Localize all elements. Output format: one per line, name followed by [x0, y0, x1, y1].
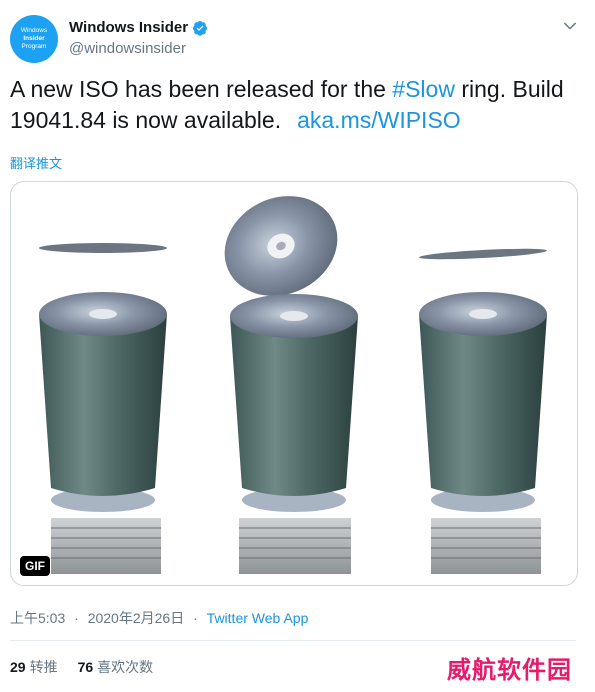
divider [10, 640, 576, 641]
cd-stack-right [419, 248, 547, 574]
handle[interactable]: @windowsinsider [69, 40, 186, 57]
source-link[interactable]: Twitter Web App [207, 610, 309, 626]
meta-separator: · [193, 610, 198, 626]
cd-stacks-illustration [39, 196, 547, 574]
cd-stack-left [39, 243, 167, 574]
url-link[interactable]: aka.ms/WIPISO [297, 107, 461, 133]
hashtag-link[interactable]: #Slow [392, 76, 455, 102]
media-gif[interactable]: GIF [10, 181, 578, 586]
tweet-text-part: A new ISO has been released for the [10, 76, 393, 102]
cd-stack-middle [224, 196, 358, 574]
gif-badge: GIF [20, 556, 50, 576]
name-row[interactable]: Windows Insider [69, 19, 208, 36]
tweet-date[interactable]: 2020年2月26日 [88, 610, 185, 626]
likes-count: 76 [77, 659, 94, 675]
tweet-text: A new ISO has been released for the #Slo… [10, 74, 580, 136]
retweets-stat[interactable]: 29 转推 [10, 657, 58, 677]
tweet-meta: 上午5:03 · 2020年2月26日 · Twitter Web App [10, 608, 308, 628]
tweet-stats: 29 转推 76 喜欢次数 [10, 657, 173, 677]
display-name[interactable]: Windows Insider [69, 19, 188, 36]
likes-stat[interactable]: 76 喜欢次数 [78, 657, 154, 677]
likes-label: 喜欢次数 [97, 659, 154, 675]
avatar-line: Insider [23, 35, 45, 42]
chevron-down-icon[interactable] [561, 17, 579, 35]
tweet: Windows Insider Program Windows Insider … [0, 0, 595, 692]
watermark: 威航软件园 [447, 655, 572, 684]
avatar-line: Program [21, 43, 47, 50]
verified-badge-icon [193, 20, 208, 36]
retweets-label: 转推 [29, 659, 58, 675]
translate-tweet-link[interactable]: 翻译推文 [10, 153, 62, 172]
avatar[interactable]: Windows Insider Program [10, 15, 58, 63]
retweets-count: 29 [10, 659, 26, 675]
tweet-time[interactable]: 上午5:03 [10, 610, 65, 626]
avatar-line: Windows [20, 27, 48, 34]
meta-separator: · [74, 610, 79, 626]
